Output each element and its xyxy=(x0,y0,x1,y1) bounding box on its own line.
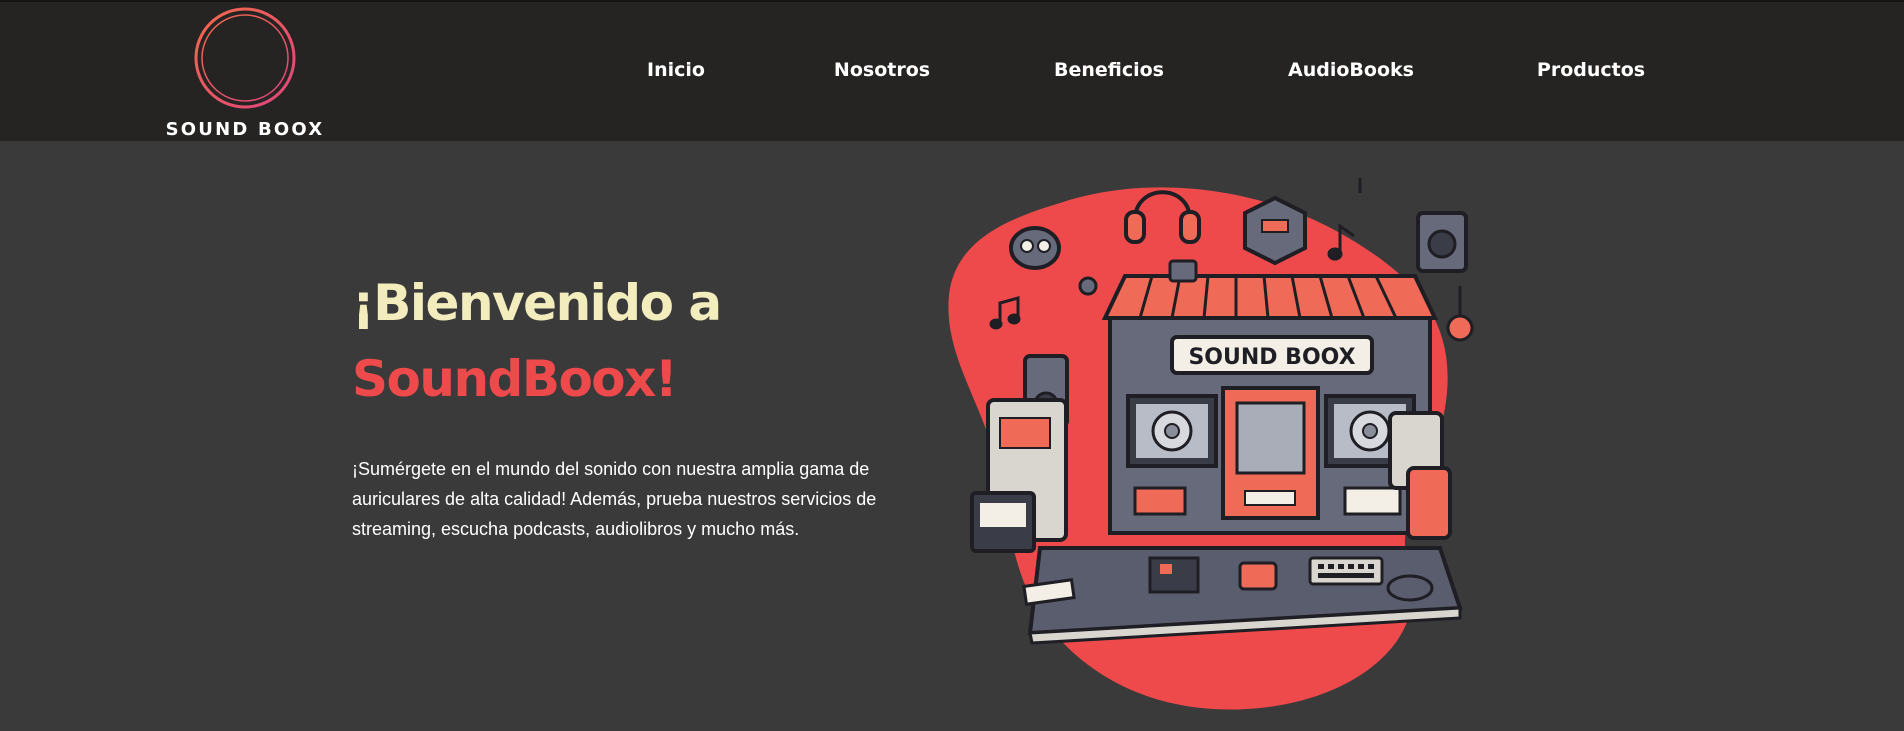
sound-wave-logo-icon xyxy=(194,7,296,109)
page: SOUND BOOX Inicio Nosotros Beneficios Au… xyxy=(0,0,1904,731)
site-header: SOUND BOOX Inicio Nosotros Beneficios Au… xyxy=(0,0,1904,141)
keyboard xyxy=(1308,556,1384,586)
nav-link-beneficios[interactable]: Beneficios xyxy=(1054,59,1164,81)
hero-title-line1: ¡Bienvenido a xyxy=(352,274,722,332)
nav-link-productos[interactable]: Productos xyxy=(1537,59,1645,81)
hero-title-line2: SoundBoox! xyxy=(352,350,678,408)
hero-illustration: SOUND BOOX xyxy=(948,178,1474,710)
hero-title: ¡Bienvenido a SoundBoox! xyxy=(352,265,722,417)
store-sign-text: SOUND BOOX xyxy=(1188,345,1355,370)
logo-text: SOUND BOOX xyxy=(165,119,325,140)
main-nav: Inicio Nosotros Beneficios AudioBooks Pr… xyxy=(0,59,1904,89)
nav-link-audiobooks[interactable]: AudioBooks xyxy=(1288,59,1414,81)
nav-link-nosotros[interactable]: Nosotros xyxy=(834,59,930,81)
nav-link-inicio[interactable]: Inicio xyxy=(647,59,705,81)
hero-description: ¡Sumérgete en el mundo del sonido con nu… xyxy=(352,459,877,539)
tape-reel xyxy=(1009,226,1061,270)
